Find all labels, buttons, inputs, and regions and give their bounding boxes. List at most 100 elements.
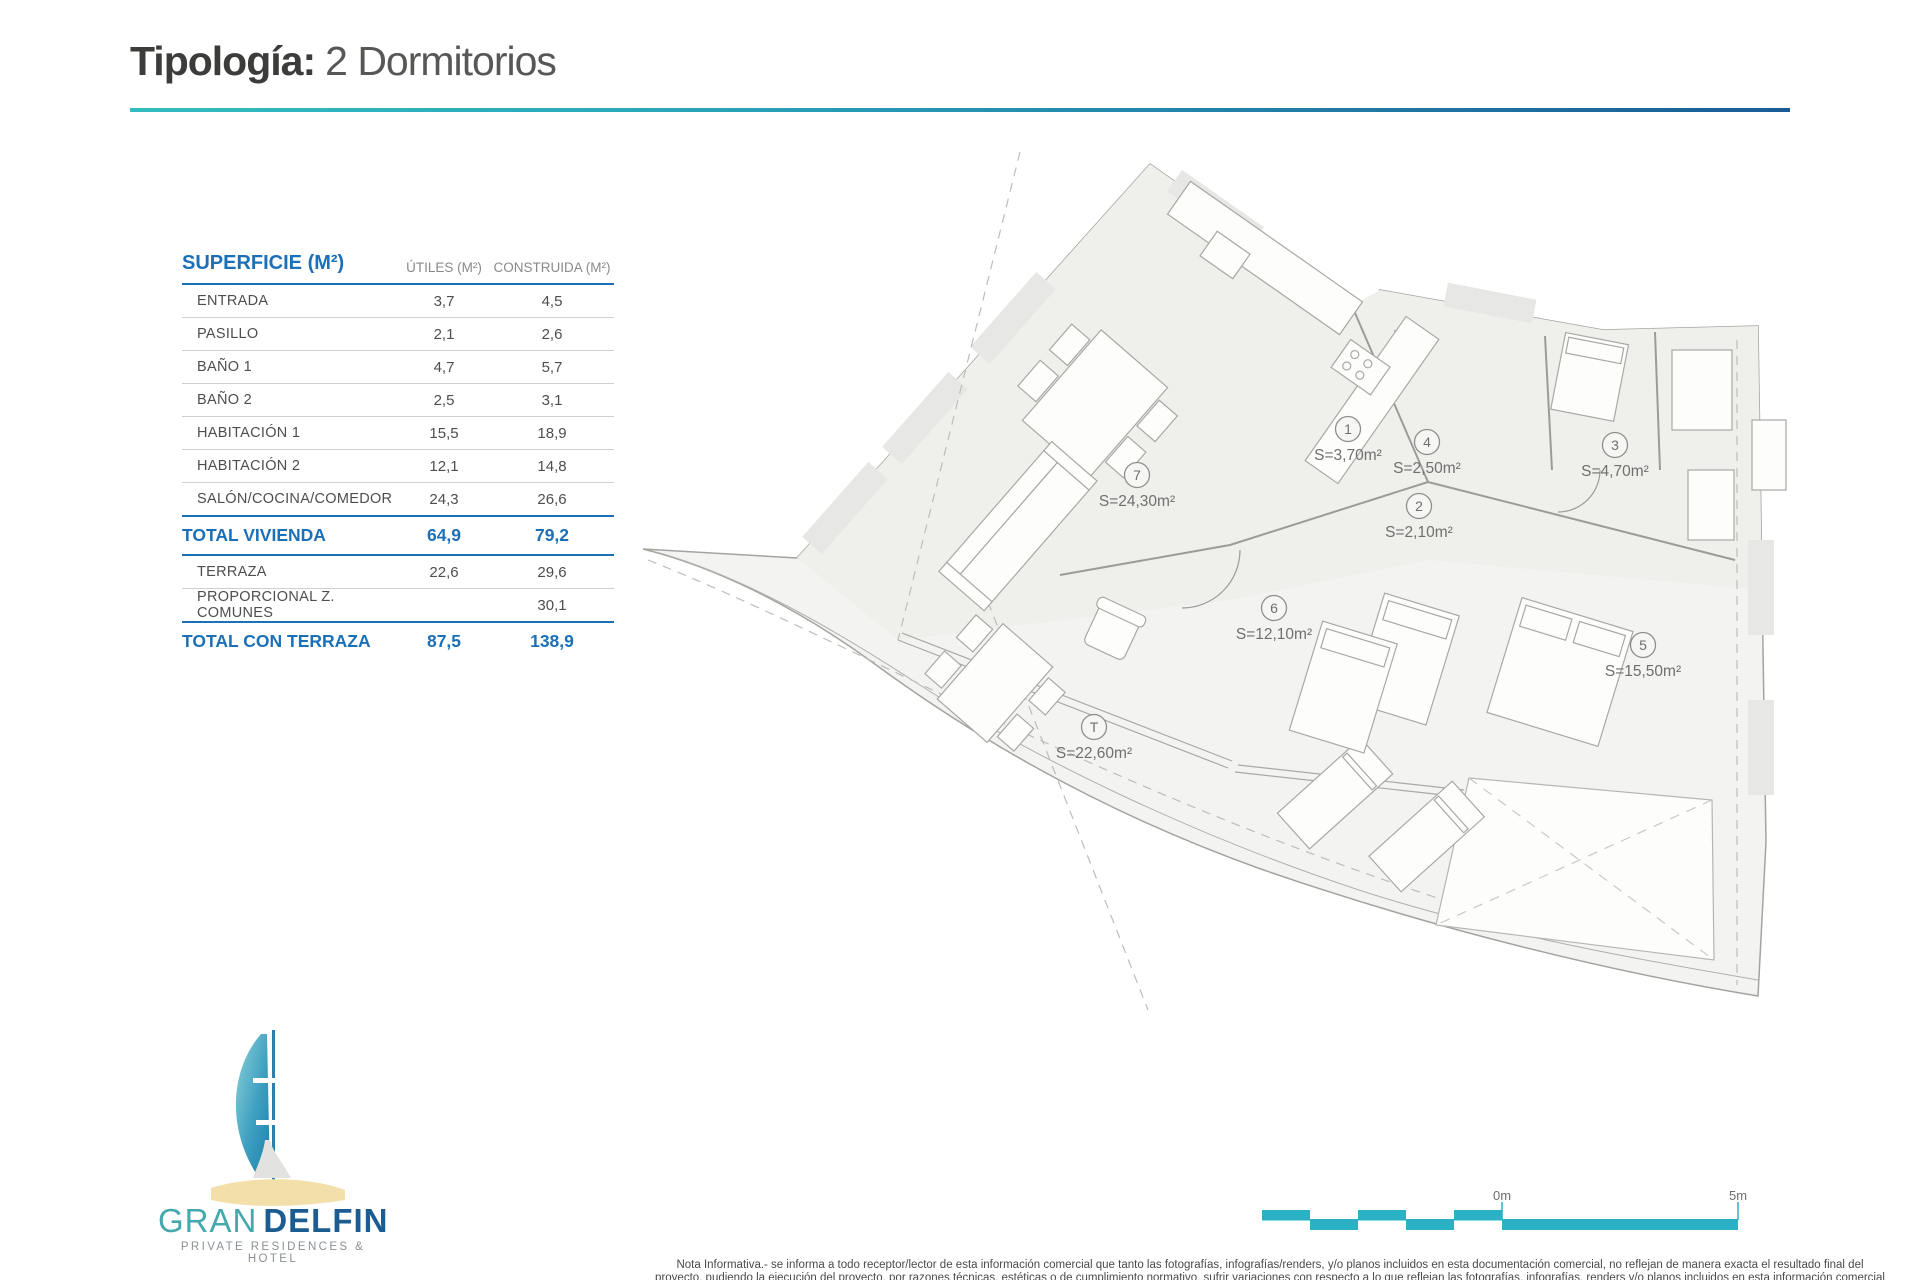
row-label: PASILLO [197,326,259,342]
balcony-element [1751,419,1787,491]
row-utiles-value: 3,7 [433,292,455,310]
room-number: 6 [1270,600,1278,616]
room-label: 7 S=24,30m² [1099,461,1175,510]
room-number: 4 [1423,434,1431,450]
window-lines [897,632,1465,798]
bed-single [1350,592,1461,726]
door-arcs [1181,329,1601,609]
row-label: ENTRADA [197,293,269,309]
closet [1671,349,1733,431]
row-label: PROPORCIONAL Z. COMUNES [197,589,335,621]
row-label: TOTAL VIVIENDA [182,525,326,545]
uncovered-area-x [1435,777,1715,961]
room-number-circle [1334,415,1362,443]
table-row: BAÑO 2 2,5 3,1 [182,383,614,416]
scale-zero-label: 0m [1493,1190,1511,1203]
bed-double [1486,596,1634,748]
brand-tagline: PRIVATE RESIDENCES & HOTEL [180,1241,366,1265]
row-utiles-value: 2,5 [433,391,455,409]
scale-bar-segments [1262,1210,1738,1230]
surface-table-title: SUPERFICIE (M²) [182,252,345,274]
table-row: ENTRADA 3,7 4,5 [182,285,614,317]
room-number-circle [1413,428,1441,456]
plan-perimeter [642,163,1767,997]
row-construida-value: 29,6 [537,563,567,581]
row-utiles-value: 15,5 [429,424,459,442]
terrace-railing-line [659,552,1759,981]
row-utiles-value: 12,1 [429,457,459,475]
table-row: TOTAL CON TERRAZA 87,5 138,9 [182,621,614,660]
dining-table [1017,323,1179,479]
row-label: HABITACIÓN 1 [197,425,301,441]
row-utiles-value: 87,5 [426,631,462,651]
plan-interior-zone [797,164,1762,640]
room-area-text: S=15,50m² [1605,663,1681,680]
room-area-text: S=24,30m² [1099,493,1175,510]
scale-five-label: 5m [1729,1190,1747,1203]
row-label: HABITACIÓN 2 [197,458,301,474]
title-underline [130,108,1790,112]
room-number-circle [1123,461,1151,489]
surface-table: SUPERFICIE (M²) ÚTILES (M²) CONSTRUIDA (… [182,252,614,660]
row-utiles-value: 24,3 [429,490,459,508]
table-row: HABITACIÓN 2 12,1 14,8 [182,449,614,482]
surface-table-header: SUPERFICIE (M²) ÚTILES (M²) CONSTRUIDA (… [182,252,614,285]
table-row: PASILLO 2,1 2,6 [182,317,614,350]
column-header-construida: CONSTRUIDA (M²) [493,260,611,275]
room-label: 2 S=2,10m² [1385,492,1453,541]
footer-note: Nota Informativa.- se informa a todo rec… [620,1259,1920,1280]
room-area-text: S=3,70m² [1314,447,1382,464]
room-number: T [1090,719,1099,735]
column-header-utiles: ÚTILES (M²) [406,260,482,275]
room-number-circle [1405,492,1433,520]
kitchen-counter-leg [1304,315,1440,485]
table-row: PROPORCIONAL Z. COMUNES 30,1 [182,588,614,621]
row-utiles-value: 22,6 [429,563,459,581]
brand-wordmark: GRAN DELFIN [158,1204,388,1237]
row-construida-value: 79,2 [534,525,570,545]
row-construida-value: 5,7 [541,358,563,376]
row-construida-value: 18,9 [537,424,567,442]
footer-line-1: Nota Informativa.- se informa a todo rec… [676,1259,1864,1271]
room-number-circle [1601,431,1629,459]
interior-walls [1059,305,1736,576]
room-number-circle [1080,713,1108,741]
row-utiles-value: 2,1 [433,325,455,343]
row-construida-value: 4,5 [541,292,563,310]
room-number: 7 [1133,467,1141,483]
sail-tower-icon [211,1030,345,1206]
room-area-text: S=2,50m² [1393,460,1461,477]
sun-lounger [1276,737,1394,850]
closet [1687,469,1735,541]
room-number-circle [1260,594,1288,622]
furniture [924,180,1787,893]
room-label: T S=22,60m² [1056,713,1132,762]
brand-logo: GRAN DELFIN PRIVATE RESIDENCES & HOTEL [158,1028,388,1265]
room-label: 1 S=3,70m² [1314,415,1382,464]
room-number: 2 [1415,498,1423,514]
sun-lounger [1368,780,1486,893]
room-number: 1 [1344,421,1352,437]
room-labels-layer: 1 S=3,70m² 4 S=2,50m² 3 S=4,70m² 7 S=24,30m² 2 S=… [1056,415,1681,762]
row-construida-value: 138,9 [530,631,574,651]
row-label: TOTAL CON TERRAZA [182,631,371,651]
row-label: TERRAZA [197,564,267,580]
room-label: 5 S=15,50m² [1605,631,1681,680]
room-area-text: S=22,60m² [1056,745,1132,762]
sink-icon [1199,230,1251,280]
table-row: TERRAZA 22,6 29,6 [182,554,614,588]
terrace-table [924,614,1066,752]
brand-name-gran: GRAN [158,1202,258,1239]
room-area-text: S=12,10m² [1236,626,1312,643]
row-label: SALÓN/COCINA/COMEDOR [197,491,393,507]
sofa [938,440,1098,612]
bed-small [1550,331,1630,423]
table-row: HABITACIÓN 1 15,5 18,9 [182,416,614,449]
room-number-circle [1629,631,1657,659]
dashed-axis-lines [647,151,1738,1011]
page-title: Tipología: 2 Dormitorios [130,38,557,85]
row-label: BAÑO 2 [197,392,252,408]
bed-single [1288,620,1399,754]
armchair [1084,596,1147,660]
table-row: BAÑO 1 4,7 5,7 [182,350,614,383]
